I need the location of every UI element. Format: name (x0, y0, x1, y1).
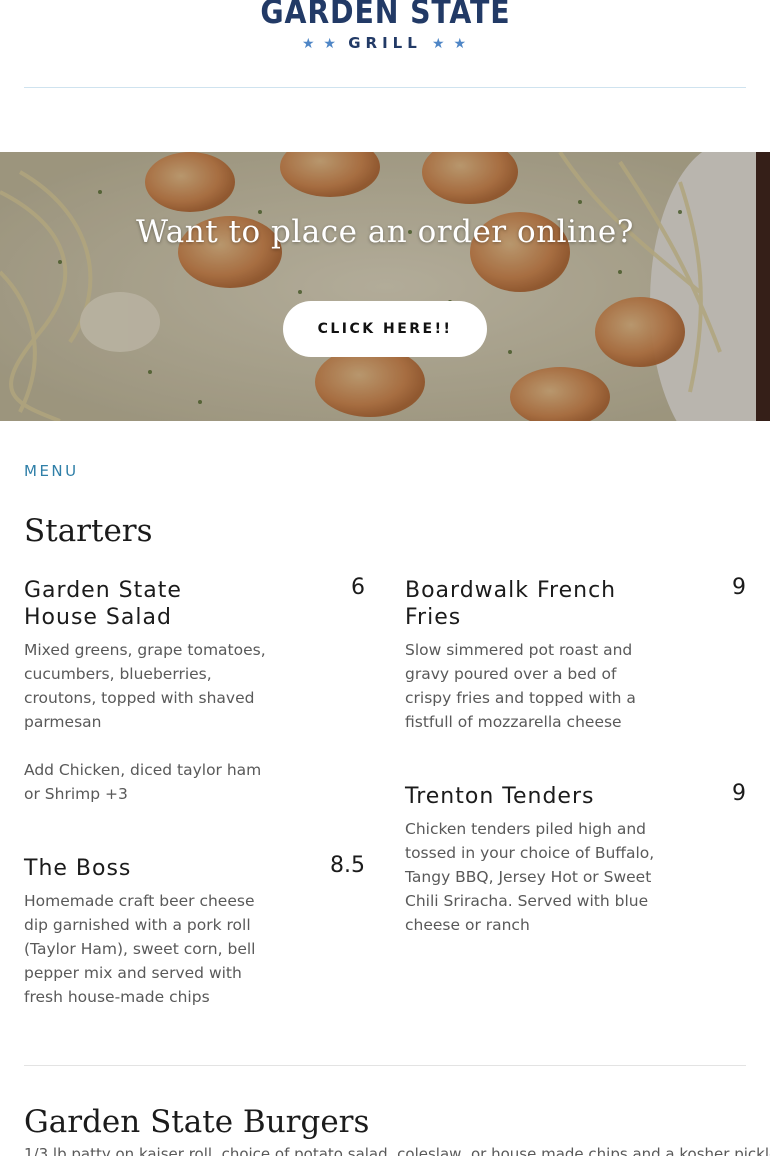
logo-subtitle-text: GRILL (348, 34, 422, 52)
menu-item-description: Slow simmered pot roast and gravy poured… (405, 638, 636, 734)
description-line: Chili Sriracha. Served with blue (405, 892, 649, 910)
menu-item-price: 6 (351, 575, 365, 600)
description-line: cheese or ranch (405, 916, 530, 934)
description-line: Chicken tenders piled high and (405, 820, 647, 838)
section-title-burgers: Garden State Burgers (24, 1104, 370, 1140)
menu-item-addon: Add Chicken, diced taylor ham or Shrimp … (24, 758, 261, 806)
order-online-button[interactable]: CLICK HERE!! (283, 301, 487, 357)
menu-item-name: Garden State House Salad (24, 577, 182, 631)
hero-title: Want to place an order online? (136, 214, 634, 250)
description-line: Homemade craft beer cheese (24, 892, 255, 910)
logo[interactable]: GARDEN STATE (0, 0, 770, 32)
menu-item-name-line: Boardwalk French (405, 578, 617, 603)
section-title-starters: Starters (24, 513, 153, 549)
menu-item-description: Mixed greens, grape tomatoes, cucumbers,… (24, 638, 266, 734)
section-description: 1/3 lb patty on kaiser roll, choice of p… (24, 1145, 770, 1156)
description-line: Tangy BBQ, Jersey Hot or Sweet (405, 868, 652, 886)
description-line: Mixed greens, grape tomatoes, (24, 641, 266, 659)
star-icon: ★ ★ (302, 36, 338, 52)
menu-item-name-line: Garden State (24, 578, 182, 603)
description-line: pepper mix and served with (24, 964, 242, 982)
menu-item-name: The Boss (24, 855, 131, 882)
description-line: parmesan (24, 713, 102, 731)
description-line: fresh house-made chips (24, 988, 210, 1006)
addon-line: Add Chicken, diced taylor ham (24, 761, 262, 779)
description-line: (Taylor Ham), sweet corn, bell (24, 940, 256, 958)
menu-item-name-line: House Salad (24, 605, 172, 630)
menu-item-description: Chicken tenders piled high and tossed in… (405, 817, 654, 937)
description-line: cucumbers, blueberries, (24, 665, 212, 683)
menu-item-description: Homemade craft beer cheese dip garnished… (24, 889, 255, 1009)
hero-banner: Want to place an order online? CLICK HER… (0, 152, 770, 421)
description-line: crispy fries and topped with a (405, 689, 636, 707)
description-line: croutons, topped with shaved (24, 689, 255, 707)
hero-overlay (0, 152, 770, 421)
logo-wordmark: GARDEN STATE (259, 0, 511, 31)
description-line: dip garnished with a pork roll (24, 916, 251, 934)
menu-item-name-line: Fries (405, 605, 462, 630)
description-line: gravy poured over a bed of (405, 665, 617, 683)
menu-item-price: 9 (732, 575, 746, 600)
section-divider (24, 1065, 746, 1066)
menu-item-name-line: The Boss (24, 856, 132, 881)
description-line: tossed in your choice of Buffalo, (405, 844, 655, 862)
header-divider (24, 87, 746, 88)
menu-item-name-line: Trenton Tenders (405, 784, 595, 809)
site-header: GARDEN STATE ★ ★ GRILL ★ ★ (0, 0, 770, 88)
logo-subtitle: ★ ★ GRILL ★ ★ (0, 34, 770, 53)
addon-line: or Shrimp +3 (24, 785, 128, 803)
description-line: fistfull of mozzarella cheese (405, 713, 622, 731)
menu-item-name: Boardwalk French Fries (405, 577, 616, 631)
description-line: Slow simmered pot roast and (405, 641, 633, 659)
menu-item-name: Trenton Tenders (405, 783, 594, 810)
menu-item-price: 9 (732, 781, 746, 806)
menu-label: MENU (24, 462, 79, 480)
star-icon: ★ ★ (432, 36, 468, 52)
menu-item-price: 8.5 (330, 853, 365, 878)
